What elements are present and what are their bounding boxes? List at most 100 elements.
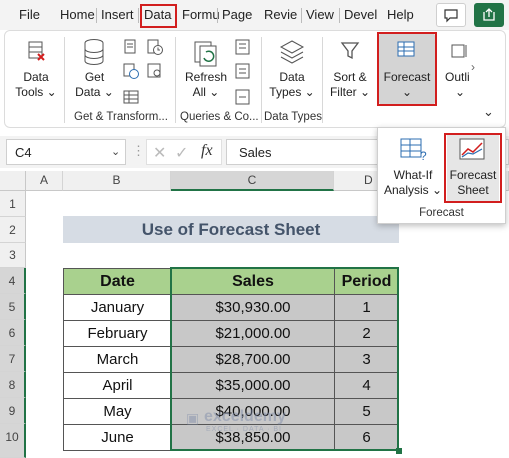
collapse-ribbon-icon[interactable]: ⌄ xyxy=(483,104,494,120)
data-tools-button[interactable]: Data Tools ⌄ xyxy=(10,36,62,106)
forecast-flyout: ? What-If Analysis ⌄ Forecast Sheet Fore… xyxy=(377,127,506,224)
cell-period-1[interactable]: 1 xyxy=(334,294,399,321)
data-tab-highlight xyxy=(140,4,177,28)
row-header-7[interactable]: 7 xyxy=(0,346,26,372)
col-header-d-label: D xyxy=(364,173,373,187)
enter-icon[interactable]: ✓ xyxy=(175,143,188,163)
row-header-8[interactable]: 8 xyxy=(0,372,26,398)
menu-review[interactable]: Revie xyxy=(264,7,297,22)
share-button[interactable] xyxy=(474,3,504,27)
get-data-button[interactable]: Get Data ⌄ xyxy=(72,36,117,106)
cell-date-1[interactable]: January xyxy=(63,294,172,321)
database-icon xyxy=(84,39,104,65)
cell-sales-1[interactable]: $30,930.00 xyxy=(171,294,335,321)
forecast-highlight xyxy=(377,32,437,106)
data-tools-icon xyxy=(28,41,45,61)
cell-period-5[interactable]: 5 xyxy=(334,398,399,425)
col-header-b[interactable]: B xyxy=(63,171,171,191)
forecast-sheet-highlight xyxy=(444,133,502,203)
refresh-label-1: Refresh xyxy=(184,70,228,84)
queries-connections-icon[interactable] xyxy=(234,38,252,56)
watermark-name: exceldemy xyxy=(204,408,286,425)
row-header-2[interactable]: 2 xyxy=(0,217,26,243)
menu-help[interactable]: Help xyxy=(387,7,414,22)
refresh-label-2: All ⌄ xyxy=(192,85,220,99)
formula-bar-grip-icon: ⋮ xyxy=(132,143,145,158)
menu-file[interactable]: File xyxy=(19,7,40,22)
cell-sales-4[interactable]: $35,000.00 xyxy=(171,372,335,399)
name-box[interactable]: C4 ⌄ xyxy=(6,139,126,165)
row-header-6[interactable]: 6 xyxy=(0,320,26,346)
properties-icon[interactable] xyxy=(234,62,252,80)
row-header-3[interactable]: 3 xyxy=(0,243,26,268)
header-date[interactable]: Date xyxy=(63,268,172,295)
from-table-icon[interactable] xyxy=(122,88,140,106)
data-types-icon xyxy=(279,40,305,64)
row-header-5[interactable]: 5 xyxy=(0,294,26,320)
header-period[interactable]: Period xyxy=(334,268,399,295)
from-text-icon[interactable] xyxy=(122,38,140,56)
menu-view[interactable]: View xyxy=(306,7,334,22)
group-get-transform: Get & Transform... xyxy=(74,111,168,123)
from-web-icon[interactable] xyxy=(122,62,140,80)
menu-insert[interactable]: Insert xyxy=(101,7,134,22)
col-header-a[interactable]: A xyxy=(26,171,63,191)
cell-date-2[interactable]: February xyxy=(63,320,172,347)
sort-filter-label-2: Filter ⌄ xyxy=(329,85,371,99)
select-all-corner[interactable] xyxy=(0,171,26,191)
cell-sales-3[interactable]: $28,700.00 xyxy=(171,346,335,373)
data-types-button[interactable]: Data Types ⌄ xyxy=(266,36,318,106)
what-if-label-1: What-If xyxy=(393,168,433,182)
menu-home[interactable]: Home xyxy=(60,7,95,22)
what-if-label-2: Analysis ⌄ xyxy=(384,183,443,197)
group-data-types: Data Types xyxy=(264,111,322,123)
cell-period-4[interactable]: 4 xyxy=(334,372,399,399)
menu-page-layout[interactable]: Page xyxy=(222,7,252,22)
cell-date-3[interactable]: March xyxy=(63,346,172,373)
col-header-c[interactable]: C xyxy=(171,171,334,191)
row-header-10[interactable]: 10 xyxy=(0,424,26,458)
ribbon-scroll-right-icon[interactable]: › xyxy=(471,60,475,74)
edit-links-icon[interactable] xyxy=(234,88,252,106)
header-sales[interactable]: Sales xyxy=(171,268,335,295)
share-icon xyxy=(483,8,495,21)
menu-developer[interactable]: Devel xyxy=(344,7,377,22)
data-tools-label-2: Tools ⌄ xyxy=(15,85,57,99)
cell-period-3[interactable]: 3 xyxy=(334,346,399,373)
what-if-icon: ? xyxy=(400,138,427,162)
cell-period-2[interactable]: 2 xyxy=(334,320,399,347)
watermark-tagline: EXCEL · DATA · BI xyxy=(206,426,282,433)
sort-filter-button[interactable]: Sort & Filter ⌄ xyxy=(327,36,373,106)
name-box-dropdown-icon[interactable]: ⌄ xyxy=(111,145,120,158)
cell-date-6[interactable]: June xyxy=(63,424,172,451)
cell-period-6[interactable]: 6 xyxy=(334,424,399,451)
sheet-title: Use of Forecast Sheet xyxy=(63,216,399,243)
comment-icon xyxy=(444,9,458,23)
outline-icon xyxy=(451,44,467,58)
menu-formulas[interactable]: Formu xyxy=(182,7,220,22)
data-types-label-2: Types ⌄ xyxy=(269,85,315,99)
existing-connections-icon[interactable] xyxy=(146,62,164,80)
row-header-9[interactable]: 9 xyxy=(0,398,26,424)
fill-handle[interactable] xyxy=(396,448,402,454)
what-if-analysis-button[interactable]: ? What-If Analysis ⌄ xyxy=(384,134,442,204)
recent-sources-icon[interactable] xyxy=(146,38,164,56)
refresh-all-button[interactable]: Refresh All ⌄ xyxy=(181,36,231,106)
filter-icon xyxy=(340,42,360,60)
watermark-logo-icon: ▣ xyxy=(186,410,200,426)
row-header-4[interactable]: 4 xyxy=(0,268,26,294)
group-queries: Queries & Co... xyxy=(180,111,259,123)
cell-date-5[interactable]: May xyxy=(63,398,172,425)
refresh-icon xyxy=(194,41,217,67)
cell-sales-2[interactable]: $21,000.00 xyxy=(171,320,335,347)
cell-date-4[interactable]: April xyxy=(63,372,172,399)
sort-filter-label-1: Sort & xyxy=(333,70,367,84)
get-data-label-1: Get xyxy=(84,70,105,84)
row-header-1[interactable]: 1 xyxy=(0,191,26,217)
insert-function-icon[interactable]: fx xyxy=(201,142,213,160)
formula-controls: ✕ ✓ fx xyxy=(146,139,222,165)
data-types-label-1: Data xyxy=(279,70,305,84)
outline-label: Outli xyxy=(445,70,470,84)
comments-button[interactable] xyxy=(436,3,466,27)
cancel-icon[interactable]: ✕ xyxy=(153,143,166,163)
